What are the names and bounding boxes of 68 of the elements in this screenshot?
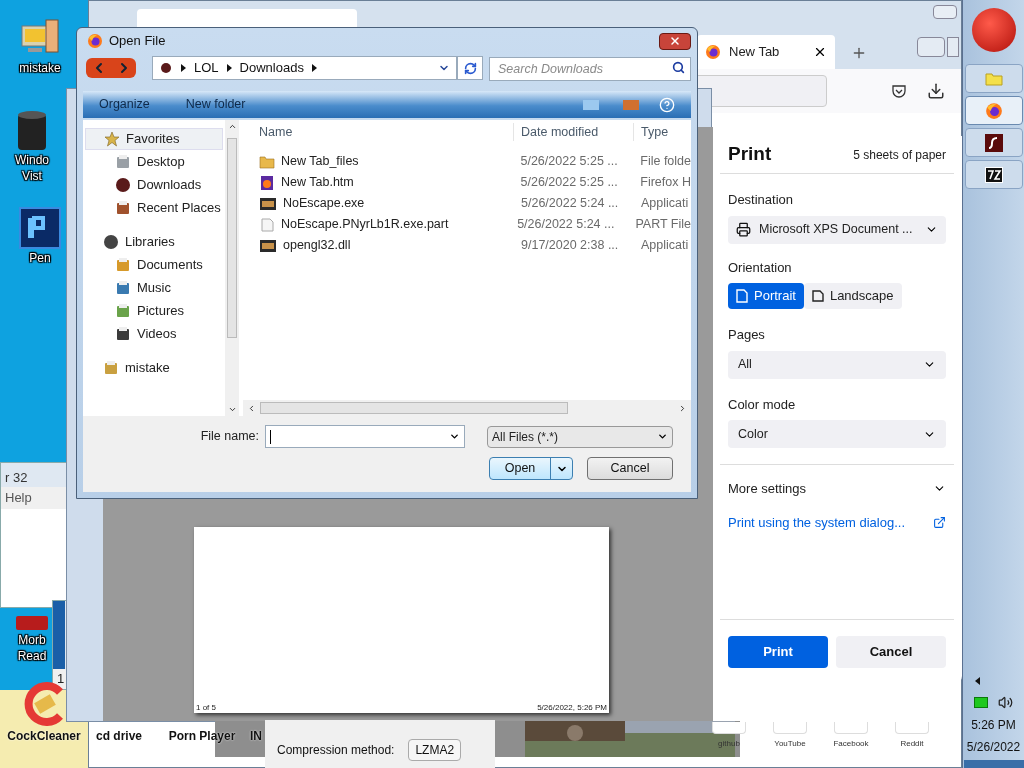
column-header[interactable]: Type <box>633 122 669 142</box>
page-footer: 5/26/2022, 5:26 PM <box>537 703 607 713</box>
tab[interactable]: New Tab <box>697 35 835 69</box>
cancel-button[interactable]: Cancel <box>587 457 673 480</box>
field-label: Orientation <box>728 258 793 277</box>
orientation-option[interactable]: Landscape <box>803 283 902 309</box>
window-title: r 32 <box>5 468 28 487</box>
nav-item[interactable]: Libraries <box>85 231 223 253</box>
panel-title: Print <box>728 142 772 167</box>
nav-item[interactable]: Music <box>85 276 223 299</box>
toolbar-button[interactable]: Organize <box>99 95 150 114</box>
nav-item[interactable]: Downloads <box>85 173 223 196</box>
more-settings-toggle[interactable]: More settings <box>728 479 946 499</box>
breadcrumb-item[interactable]: LOL <box>194 58 219 78</box>
file-type-select[interactable]: All Files (*.*) <box>487 425 673 448</box>
table-cell-text: Firefox H <box>639 174 691 192</box>
table-cell-text: File folde <box>639 153 691 171</box>
field-label: File name: <box>200 428 259 446</box>
clock-date[interactable]: 5/26/2022 <box>966 738 1021 756</box>
nav-item[interactable]: Favorites <box>85 128 223 150</box>
desktop-icon-label[interactable]: IN <box>250 728 262 744</box>
table-cell-text: 5/26/2022 5:24 ... <box>520 195 620 213</box>
compression-select[interactable]: LZMA2 <box>408 739 462 761</box>
file-name[interactable]: opengl32.dll <box>283 236 351 255</box>
nav-item[interactable]: Documents <box>85 253 223 276</box>
search-field[interactable]: Search Downloads <box>489 57 691 81</box>
dialog-title: Open File <box>109 32 166 51</box>
file-name[interactable]: New Tab_files <box>281 152 359 171</box>
field-label: Color mode <box>728 395 797 414</box>
sheet-count: 5 sheets of paper <box>853 146 946 164</box>
nav-item[interactable]: Desktop <box>85 150 223 173</box>
table-cell-text: 5/26/2022 5:24 ... <box>516 216 616 234</box>
nav-item[interactable]: Videos <box>85 322 223 345</box>
breadcrumb-item[interactable]: Downloads <box>239 58 304 78</box>
field-label: Compression method: <box>277 742 395 759</box>
column-header[interactable]: Name <box>243 122 513 142</box>
desktop-icon-label[interactable]: cd drive <box>96 728 142 744</box>
nav-item[interactable]: mistake <box>85 357 223 379</box>
destination-select[interactable]: Microsoft XPS Document ... <box>728 215 946 244</box>
file-name[interactable]: NoEscape.PNyrLb1R.exe.part <box>281 215 449 234</box>
file-name[interactable]: NoEscape.exe <box>283 194 365 213</box>
orientation-option[interactable]: Portrait <box>728 283 804 309</box>
table-cell-text: 5/26/2022 5:25 ... <box>519 153 619 171</box>
column-header[interactable]: Date modified <box>513 122 633 142</box>
clock-time[interactable]: 5:26 PM <box>971 716 1016 734</box>
pages-select[interactable]: All <box>728 350 946 379</box>
nav-item[interactable]: Recent Places <box>85 196 223 219</box>
field-label: Pages <box>728 326 766 344</box>
shortcut-label[interactable]: Reddit <box>900 738 924 750</box>
desktop-icon-label[interactable]: CockCleaner <box>7 728 81 744</box>
nav-item[interactable]: Pictures <box>85 299 223 322</box>
table-cell-text: 5/26/2022 5:25 ... <box>519 174 619 192</box>
status-text: 1 <box>57 670 65 689</box>
system-dialog-link[interactable]: Print using the system dialog... <box>728 512 906 532</box>
shortcut-label[interactable]: Facebook <box>833 738 869 750</box>
page-footer: 1 of 5 <box>196 703 216 713</box>
table-cell-text: Applicati <box>640 195 689 213</box>
file-name[interactable]: New Tab.htm <box>281 173 354 192</box>
cancel-button[interactable]: Cancel <box>836 636 946 668</box>
table-cell-text: PART File <box>634 216 691 234</box>
table-cell-text: 9/17/2020 2:38 ... <box>520 237 620 255</box>
color-mode-select[interactable]: Color <box>728 420 946 448</box>
address-bar[interactable]: LOL Downloads <box>152 56 457 80</box>
shortcut-label[interactable]: YouTube <box>774 738 806 750</box>
toolbar-button[interactable]: New folder <box>185 95 246 114</box>
table-cell-text: Applicati <box>640 237 689 255</box>
print-button[interactable]: Print <box>728 636 828 668</box>
field-label: Destination <box>728 191 795 209</box>
